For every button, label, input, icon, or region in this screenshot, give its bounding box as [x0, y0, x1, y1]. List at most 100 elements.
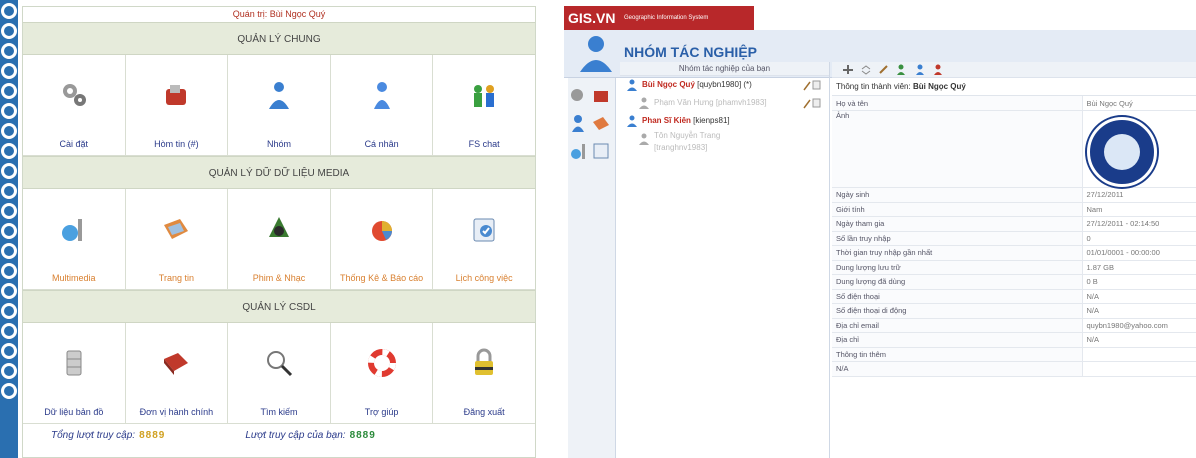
tile-stats-report[interactable]: Thống Kê & Báo cáo — [330, 189, 434, 290]
field-label: Số điện thoại di động — [832, 303, 1083, 319]
magnifier-icon — [266, 351, 293, 377]
tree-node[interactable]: Tôn Nguyễn Trang [tranghnv1983] — [620, 130, 770, 156]
tile-label: Thống Kê & Báo cáo — [340, 273, 424, 283]
table-row: Địa chỉ email quybn1980@yahoo.com — [832, 318, 1196, 333]
group-tree: Nhóm tác nghiệp của bạn Bùi Ngọc Quý [qu… — [620, 62, 830, 458]
add-user-icon[interactable] — [896, 64, 908, 75]
user-icon[interactable] — [568, 114, 588, 132]
field-value: N/A — [1082, 303, 1196, 319]
edit-icon[interactable] — [803, 97, 821, 109]
chain-ring — [1, 243, 17, 259]
tile-group[interactable]: Nhóm — [228, 55, 331, 156]
tile-multimedia[interactable]: Multimedia — [23, 189, 126, 290]
tile-personal[interactable]: Cá nhân — [330, 55, 434, 156]
field-label: Ngày tham gia — [832, 216, 1083, 232]
user-icon[interactable] — [914, 64, 926, 75]
tile-film-music[interactable]: Phim & Nhạc — [228, 189, 331, 290]
tile-help[interactable]: Trợ giúp — [330, 323, 434, 424]
tile-label: Trang tin — [158, 273, 194, 283]
edit-icon[interactable] — [803, 79, 821, 91]
tile-inbox[interactable]: Hòm tin (#) — [125, 55, 229, 156]
calendar-icon[interactable] — [591, 142, 611, 160]
chain-ring — [1, 63, 17, 79]
tile-label: Phim & Nhạc — [252, 273, 306, 283]
field-label: Dung lượng lưu trữ — [832, 260, 1083, 275]
section-row-general: Cài đặt Hòm tin (#) Nhóm Cá nhân FS chat — [23, 55, 535, 156]
table-row: Thông tin thêm — [832, 347, 1196, 362]
tile-fs-chat[interactable]: FS chat — [433, 55, 535, 156]
user-icon — [373, 82, 390, 109]
table-row: Giới tính Nam — [832, 202, 1196, 217]
tile-label: Đơn vị hành chính — [139, 407, 214, 417]
tile-calendar[interactable]: Lịch công việc — [433, 189, 535, 290]
tile-label: Multimedia — [52, 273, 96, 283]
field-value — [1082, 361, 1196, 377]
tile-map-data[interactable]: Dữ liệu bản đồ — [23, 323, 126, 424]
field-label: Thông tin thêm — [832, 347, 1083, 362]
gears-icon — [62, 84, 86, 106]
tools-icon[interactable] — [878, 64, 890, 75]
field-label: Dung lượng đã dùng — [832, 274, 1083, 290]
table-row: Số điện thoại N/A — [832, 289, 1196, 304]
work-group-panel: GIS.VN Geographic Information System NHÓ… — [560, 6, 1196, 458]
section-title-media: QUẢN LÝ DỮ DỮ LIỆU MEDIA — [23, 156, 535, 189]
dashboard-main: Quán trị: Bùi Ngọc Quý QUẢN LÝ CHUNG Cài… — [22, 6, 536, 458]
tile-search[interactable]: Tìm kiếm — [228, 323, 331, 424]
tile-news[interactable]: Trang tin — [125, 189, 229, 290]
chain-ring — [1, 303, 17, 319]
multimedia-chart-icon[interactable] — [568, 142, 588, 160]
field-label: Số điện thoại — [832, 289, 1083, 304]
brand-bar[interactable]: GIS.VN Geographic Information System — [564, 6, 754, 30]
news-page-icon — [164, 219, 189, 239]
field-value: 0 B — [1082, 274, 1196, 290]
brand-logo: GIS.VN — [568, 10, 616, 26]
table-row: Thời gian truy nhập gần nhất 01/01/0001 -… — [832, 245, 1196, 261]
chain-ring — [1, 23, 17, 39]
side-toolbar — [568, 78, 616, 458]
visit-counter-bar: Tổng lượt truy cập: 8889 Lượt truy cập c… — [23, 424, 535, 446]
tree-node[interactable]: Phan Sĩ Kiên [kienps81] — [620, 112, 829, 130]
user-group-icon — [268, 82, 289, 109]
tile-label: Nhóm — [266, 139, 291, 149]
member-info-name: Bùi Ngọc Quý — [912, 82, 966, 91]
table-row: Dung lượng đã dùng 0 B — [832, 274, 1196, 290]
member-name: Phan Sĩ Kiên — [642, 116, 691, 125]
field-value: Bùi Ngọc Quý — [1082, 96, 1196, 111]
tree-node[interactable]: Bùi Ngọc Quý [quybn1980] (*) — [620, 76, 829, 94]
tile-label: Đăng xuất — [463, 407, 505, 417]
group-users-icon — [580, 36, 612, 72]
user-icon — [639, 133, 649, 145]
add-icon[interactable] — [842, 64, 854, 75]
news-page-icon[interactable] — [591, 114, 611, 132]
chain-ring — [1, 43, 17, 59]
chain-ring — [1, 123, 17, 139]
multimedia-chart-icon — [61, 219, 82, 241]
tile-logout[interactable]: Đăng xuất — [433, 323, 535, 424]
globe-logo-icon — [1103, 134, 1140, 170]
tile-settings[interactable]: Cài đặt — [23, 55, 126, 156]
brand-subtitle: Geographic Information System — [624, 15, 709, 21]
member-id: Phạm Văn Hưng [phamvh1983] — [654, 98, 767, 107]
tree-node[interactable]: Phạm Văn Hưng [phamvh1983] — [620, 94, 829, 112]
remove-user-icon[interactable] — [932, 64, 944, 75]
total-visits-value: 8889 — [139, 429, 166, 441]
gears-icon[interactable] — [568, 86, 588, 104]
chain-ring — [1, 203, 17, 219]
tile-label: Dữ liệu bản đồ — [44, 407, 104, 417]
table-row: Họ và tên Bùi Ngọc Quý — [832, 96, 1196, 111]
user-icon — [627, 79, 637, 91]
member-id: [kienps81] — [693, 116, 730, 125]
dashboard-panel: Quán trị: Bùi Ngọc Quý QUẢN LÝ CHUNG Cài… — [0, 0, 538, 458]
tile-admin-units[interactable]: Đơn vị hành chính — [125, 323, 229, 424]
move-icon[interactable] — [860, 64, 872, 75]
field-label: Họ và tên — [832, 96, 1083, 111]
field-value — [1082, 110, 1196, 188]
chain-ring — [1, 183, 17, 199]
field-label: Địa chỉ email — [832, 318, 1083, 333]
chain-ring — [1, 103, 17, 119]
mailbox-icon[interactable] — [591, 86, 611, 104]
member-detail: Thông tin thành viên: Bùi Ngọc Quý Họ và… — [832, 62, 1196, 458]
tile-label: Cài đặt — [59, 139, 89, 149]
user-icon — [639, 97, 649, 109]
table-row: N/A — [832, 361, 1196, 377]
